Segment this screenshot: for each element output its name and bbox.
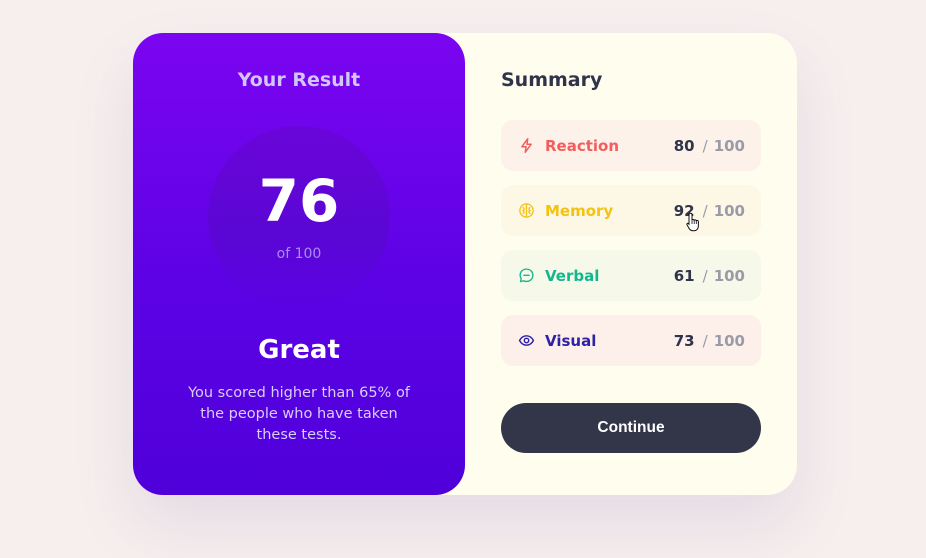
score-circle: 76 of 100 (208, 126, 390, 308)
summary-item-max: 100 (713, 136, 745, 155)
result-description: You scored higher than 65% of the people… (188, 385, 410, 443)
summary-item-separator: / (702, 136, 708, 155)
summary-item-reaction: Reaction 80 / 100 (501, 120, 761, 171)
summary-item-label: Memory (545, 201, 614, 220)
summary-item-separator: / (702, 201, 708, 220)
brain-icon (517, 202, 535, 220)
score-max-text: of 100 (276, 246, 322, 262)
summary-item-score: 73 (673, 331, 695, 350)
hand-cursor-icon (686, 212, 699, 232)
results-card: Your Result 76 of 100 Great You scored h… (133, 33, 797, 495)
summary-item-score: 80 (673, 136, 695, 155)
summary-item-max: 100 (713, 201, 745, 220)
summary-item-visual: Visual 73 / 100 (501, 315, 761, 366)
lightning-icon (517, 137, 535, 155)
summary-item-separator: / (702, 266, 708, 285)
summary-item-label: Verbal (545, 266, 600, 285)
summary-item-max: 100 (713, 331, 745, 350)
result-panel: Your Result 76 of 100 Great You scored h… (133, 33, 465, 495)
score-value: 76 (258, 167, 340, 235)
summary-item-score: 61 (673, 266, 695, 285)
chat-icon (517, 267, 535, 285)
summary-title: Summary (501, 69, 603, 91)
continue-button[interactable]: Continue (501, 403, 761, 453)
summary-item-verbal: Verbal 61 / 100 (501, 250, 761, 301)
summary-item-label: Reaction (545, 136, 620, 155)
summary-item-separator: / (702, 331, 708, 350)
rating-label: Great (258, 335, 340, 365)
summary-item-label: Visual (545, 331, 597, 350)
result-title: Your Result (237, 69, 361, 91)
summary-item-memory: Memory 92 / 100 (501, 185, 761, 236)
summary-item-max: 100 (713, 266, 745, 285)
eye-icon (517, 332, 535, 350)
